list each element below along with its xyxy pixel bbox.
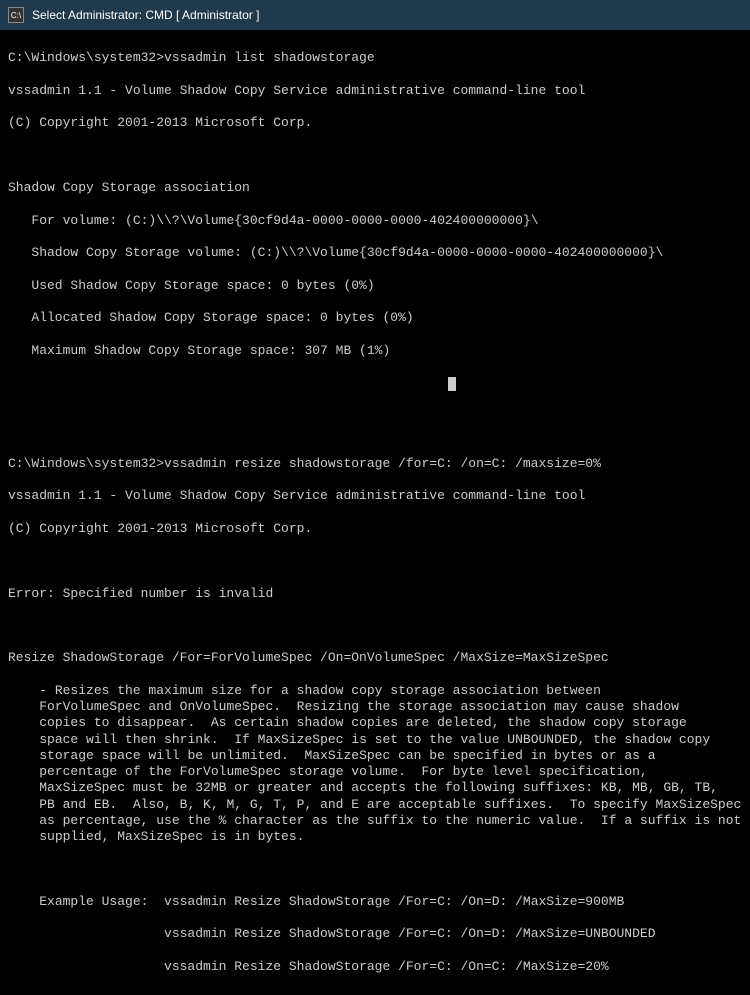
maximum-space-line: Maximum Shadow Copy Storage space: 307 M… [8, 343, 742, 359]
banner-line: vssadmin 1.1 - Volume Shadow Copy Servic… [8, 488, 742, 504]
storage-volume-line: Shadow Copy Storage volume: (C:)\\?\Volu… [8, 245, 742, 261]
command-line: C:\Windows\system32>vssadmin resize shad… [8, 456, 742, 472]
help-syntax-line: Resize ShadowStorage /For=ForVolumeSpec … [8, 650, 742, 666]
blank-line [8, 618, 742, 634]
used-space-line: Used Shadow Copy Storage space: 0 bytes … [8, 278, 742, 294]
example-usage-line: Example Usage: vssadmin Resize ShadowSto… [8, 894, 742, 910]
blank-line [8, 553, 742, 569]
banner-line: vssadmin 1.1 - Volume Shadow Copy Servic… [8, 83, 742, 99]
for-volume-line: For volume: (C:)\\?\Volume{30cf9d4a-0000… [8, 213, 742, 229]
cmd-icon: C:\ [8, 7, 24, 23]
example-usage-line: vssadmin Resize ShadowStorage /For=C: /O… [8, 926, 742, 942]
error-line: Error: Specified number is invalid [8, 586, 742, 602]
copyright-line: (C) Copyright 2001-2013 Microsoft Corp. [8, 521, 742, 537]
help-body-text: - Resizes the maximum size for a shadow … [8, 683, 742, 846]
terminal-output-area[interactable]: C:\Windows\system32>vssadmin list shadow… [0, 30, 750, 995]
allocated-space-line: Allocated Shadow Copy Storage space: 0 b… [8, 310, 742, 326]
window-title-bar[interactable]: C:\ Select Administrator: CMD [ Administ… [0, 0, 750, 30]
command-line: C:\Windows\system32>vssadmin list shadow… [8, 50, 742, 66]
section-title: Shadow Copy Storage association [8, 180, 742, 196]
copyright-line: (C) Copyright 2001-2013 Microsoft Corp. [8, 115, 742, 131]
blank-line [8, 391, 742, 407]
text-cursor [448, 377, 456, 391]
blank-line [8, 148, 742, 164]
window-title-text: Select Administrator: CMD [ Administrato… [32, 8, 259, 22]
blank-line [8, 862, 742, 878]
example-usage-line: vssadmin Resize ShadowStorage /For=C: /O… [8, 959, 742, 975]
blank-line [8, 424, 742, 440]
